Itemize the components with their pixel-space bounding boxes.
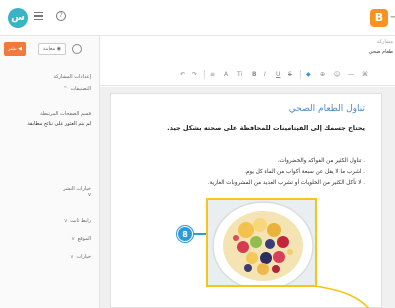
sidebar-item-label: رابط ثابت (70, 218, 91, 224)
publish-button[interactable]: نشر ◀ (4, 42, 26, 56)
sidebar-item-linked-pages[interactable]: قسم الصفحات المرتبطة (40, 111, 91, 117)
breadcrumb-text: مشاركة (376, 39, 393, 45)
help-icon[interactable]: ? (56, 11, 66, 21)
sidebar-item-labels[interactable]: ^ التصنيفات (63, 86, 91, 92)
toolbar-align[interactable]: ≡ (210, 71, 215, 78)
sidebar-item-label: إعدادات المشاركة (53, 74, 91, 80)
settings-gear-icon[interactable] (72, 44, 82, 54)
no-results-text: لم يتم العثور على نتائج مطابقة (27, 121, 91, 127)
post-body[interactable]: تناول الطعام الصحي يحتاج جسمك إلى الفيتا… (110, 93, 382, 308)
list-item: . لا تأكل الكثير من الحلويات أو تشرب الع… (207, 180, 365, 186)
toolbar-divider (300, 70, 301, 79)
toolbar-font-color[interactable]: A (224, 71, 228, 78)
callout-connector (193, 233, 206, 235)
toolbar-bold[interactable]: B (252, 71, 257, 78)
chevron-down-icon: v (71, 236, 75, 242)
toolbar-link[interactable]: ⊕ (320, 71, 325, 78)
sidebar-item-label: قسم الصفحات المرتبطة (40, 111, 91, 117)
toolbar-emoji[interactable]: ☺ (334, 71, 340, 78)
sidebar-item-label: لم يتم العثور على نتائج مطابقة (27, 121, 91, 127)
toolbar-font-size[interactable]: Ti (237, 71, 242, 78)
post-title-area: مشاركة طعام صحي (369, 36, 395, 64)
preview-button[interactable]: معاينة ◉ (38, 43, 66, 55)
sidebar-item-share-settings[interactable]: إعدادات المشاركة (53, 74, 91, 80)
sidebar-item-options[interactable]: v خيارات (70, 254, 91, 260)
toolbar-highlight[interactable]: ◆ (306, 71, 311, 78)
toolbar-italic[interactable]: I (264, 71, 266, 78)
resize-guide-curve (314, 286, 370, 308)
sidebar-item-location[interactable]: v الموقع (72, 236, 91, 242)
sidebar-item-label: الموقع (77, 236, 91, 242)
chevron-down-icon: v (64, 218, 68, 224)
hamburger-menu-icon[interactable] (34, 12, 43, 21)
sidebar-item-label: خيارات النشر (63, 186, 91, 192)
fruit-bowl-illustration (208, 200, 315, 285)
toolbar-underline[interactable]: U (276, 71, 280, 78)
fruit-bowl-image[interactable] (206, 198, 317, 287)
chevron-down-icon: v (88, 192, 91, 198)
sidebar-item-label: التصنيفات (70, 86, 91, 92)
sidebar-actions: نشر ◀ معاينة ◉ (4, 42, 96, 56)
post-heading: تناول الطعام الصحي (288, 104, 365, 114)
list-item: . اشرب ما لا يقل عن سبعة أكواب من الماء … (244, 169, 365, 175)
sidebar-item-label: خيارات (76, 254, 91, 260)
toolbar-divider (204, 70, 205, 79)
toolbar-redo[interactable]: ↷ (192, 71, 197, 78)
user-avatar[interactable]: س (8, 8, 28, 28)
chevron-down-icon: v (70, 254, 74, 260)
step-callout-badge: 8 (177, 226, 193, 242)
sidebar-item-publish-options[interactable]: خيارات النشر v (63, 186, 91, 198)
editor-toolbar: ↶ ↷ ≡ A Ti B I U S ◆ ⊕ ☺ — ⌘ (100, 64, 395, 86)
chevron-up-icon: ^ (63, 86, 68, 92)
toolbar-separator-insert[interactable]: — (348, 71, 354, 78)
post-subheading: يحتاج جسمك إلى الفيتامينات للمحافظة على … (167, 124, 365, 132)
back-arrow-icon[interactable]: → (390, 12, 395, 23)
list-item: . تناول الكثير من الفواكه والخضروات. (277, 158, 365, 164)
sidebar-item-permalink[interactable]: v رابط ثابت (64, 218, 91, 224)
preview-label: معاينة (42, 46, 56, 52)
post-title-input[interactable]: طعام صحي (369, 49, 393, 55)
toolbar-undo[interactable]: ↶ (180, 71, 185, 78)
editor-canvas: تناول الطعام الصحي يحتاج جسمك إلى الفيتا… (100, 87, 395, 308)
toolbar-strikethrough[interactable]: S (288, 71, 292, 78)
blogger-logo-icon[interactable]: B (370, 9, 388, 27)
publish-label: نشر (7, 46, 17, 52)
top-bar: س ? B → (0, 0, 395, 36)
post-settings-sidebar: نشر ◀ معاينة ◉ إعدادات المشاركة ^ التصنيف… (0, 36, 100, 308)
toolbar-more[interactable]: ⌘ (362, 71, 368, 78)
